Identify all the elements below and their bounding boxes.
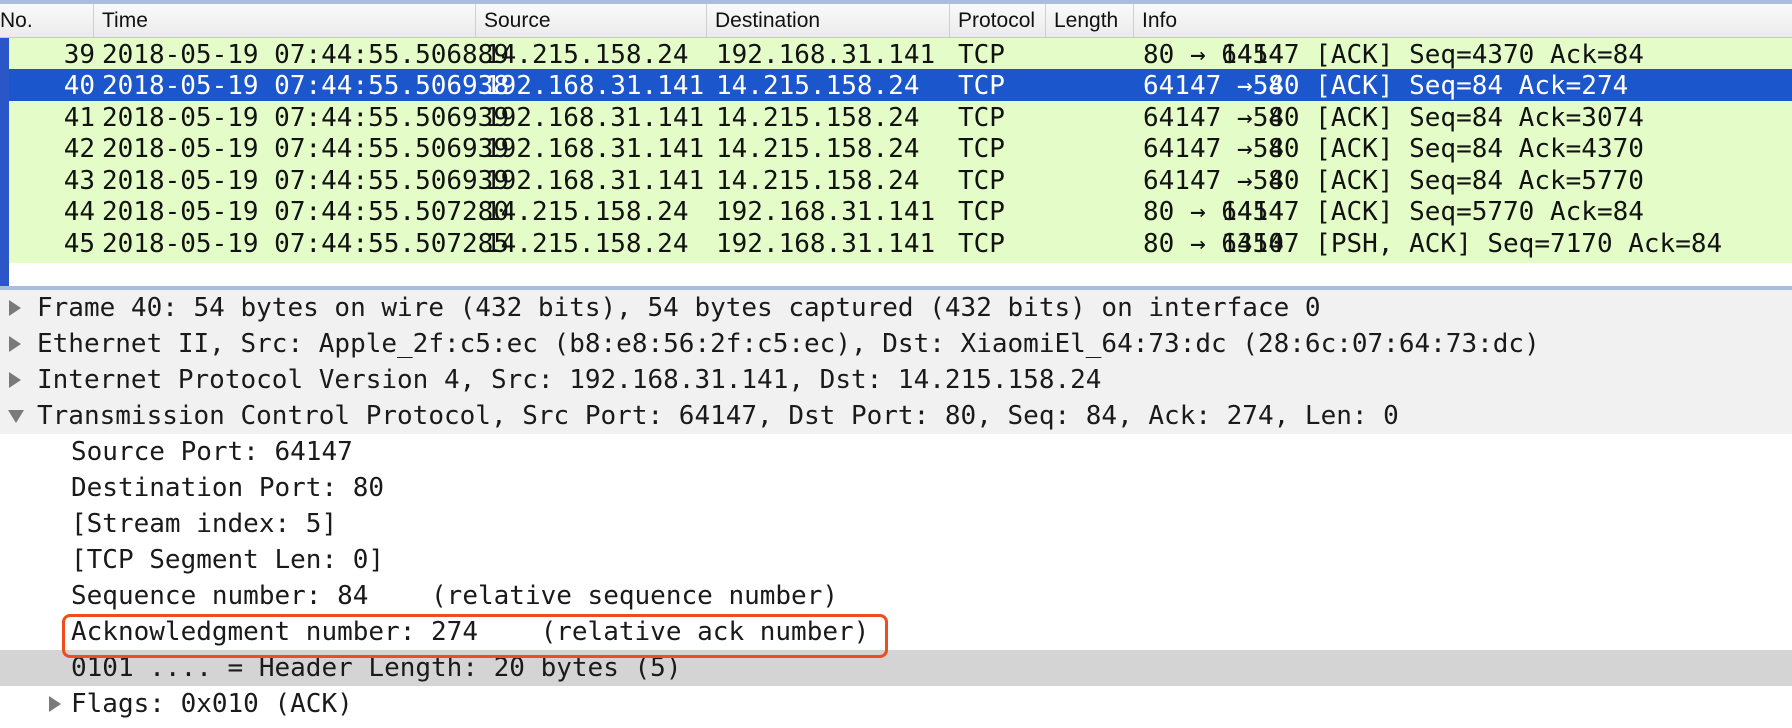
packet-protocol: TCP: [958, 197, 1005, 227]
packet-no: 45: [63, 229, 95, 259]
packet-destination: 192.168.31.141: [716, 229, 936, 259]
packet-list-header: No. Time Source Destination Protocol Len…: [0, 4, 1792, 38]
packet-info: 80 → 64147 [PSH, ACK] Seq=7170 Ack=84: [1143, 229, 1723, 259]
packet-source: 192.168.31.141: [485, 166, 705, 196]
field-label: Sequence number: 84 (relative sequence n…: [71, 581, 839, 611]
packet-destination: 192.168.31.141: [716, 197, 936, 227]
packet-destination: 14.215.158.24: [716, 103, 920, 133]
column-header-protocol[interactable]: Protocol: [949, 4, 1045, 37]
packet-row[interactable]: 44 2018-05-19 07:44:55.507280 14.215.158…: [9, 195, 1792, 231]
tree-item-ip[interactable]: Internet Protocol Version 4, Src: 192.16…: [0, 362, 1792, 398]
packet-time: 2018-05-19 07:44:55.507285: [102, 229, 509, 259]
packet-no: 44: [63, 197, 95, 227]
packet-info: 64147 → 80 [ACK] Seq=84 Ack=3074: [1143, 103, 1644, 133]
tree-item-label: Ethernet II, Src: Apple_2f:c5:ec (b8:e8:…: [37, 329, 1540, 359]
tcp-field-flags[interactable]: Flags: 0x010 (ACK): [0, 686, 1792, 722]
packet-list: 39 2018-05-19 07:44:55.506889 14.215.158…: [0, 38, 1792, 286]
packet-no: 42: [63, 134, 95, 164]
triangle-right-icon[interactable]: [4, 326, 26, 362]
packet-time: 2018-05-19 07:44:55.506939: [102, 103, 509, 133]
packet-info: 64147 → 80 [ACK] Seq=84 Ack=274: [1143, 71, 1629, 101]
tcp-field-stream-index[interactable]: [Stream index: 5]: [0, 506, 1792, 542]
triangle-right-icon[interactable]: [4, 362, 26, 398]
packet-source: 14.215.158.24: [485, 229, 689, 259]
packet-source: 192.168.31.141: [485, 71, 705, 101]
packet-no: 43: [63, 166, 95, 196]
packet-row[interactable]: 45 2018-05-19 07:44:55.507285 14.215.158…: [9, 227, 1792, 263]
column-header-length[interactable]: Length: [1045, 4, 1133, 37]
triangle-right-icon[interactable]: [4, 290, 26, 326]
packet-protocol: TCP: [958, 134, 1005, 164]
packet-protocol: TCP: [958, 71, 1005, 101]
tree-item-frame[interactable]: Frame 40: 54 bytes on wire (432 bits), 5…: [0, 290, 1792, 326]
packet-info: 64147 → 80 [ACK] Seq=84 Ack=5770: [1143, 166, 1644, 196]
column-header-no[interactable]: No.: [0, 4, 93, 37]
packet-time: 2018-05-19 07:44:55.506938: [102, 71, 509, 101]
packet-source: 192.168.31.141: [485, 103, 705, 133]
tree-item-tcp[interactable]: Transmission Control Protocol, Src Port:…: [0, 398, 1792, 434]
tcp-field-sequence[interactable]: Sequence number: 84 (relative sequence n…: [0, 578, 1792, 614]
triangle-right-icon[interactable]: [44, 686, 66, 722]
packet-time: 2018-05-19 07:44:55.506939: [102, 166, 509, 196]
packet-source: 14.215.158.24: [485, 197, 689, 227]
packet-row-selected[interactable]: 40 2018-05-19 07:44:55.506938 192.168.31…: [9, 69, 1792, 105]
packet-time: 2018-05-19 07:44:55.507280: [102, 197, 509, 227]
tree-item-label: Internet Protocol Version 4, Src: 192.16…: [37, 365, 1102, 395]
packet-protocol: TCP: [958, 229, 1005, 259]
field-label: [TCP Segment Len: 0]: [71, 545, 385, 575]
packet-protocol: TCP: [958, 103, 1005, 133]
packet-info: 80 → 64147 [ACK] Seq=4370 Ack=84: [1143, 40, 1644, 70]
packet-protocol: TCP: [958, 166, 1005, 196]
annotation-highlight-box: [62, 614, 888, 658]
field-label: [Stream index: 5]: [71, 509, 338, 539]
packet-destination: 192.168.31.141: [716, 40, 936, 70]
field-label: Source Port: 64147: [71, 437, 353, 467]
field-label: Destination Port: 80: [71, 473, 385, 503]
column-header-time[interactable]: Time: [93, 4, 475, 37]
tree-item-ethernet[interactable]: Ethernet II, Src: Apple_2f:c5:ec (b8:e8:…: [0, 326, 1792, 362]
tree-item-label: Transmission Control Protocol, Src Port:…: [37, 401, 1399, 431]
packet-details-pane: Frame 40: 54 bytes on wire (432 bits), 5…: [0, 290, 1792, 728]
tcp-field-destination-port[interactable]: Destination Port: 80: [0, 470, 1792, 506]
packet-row[interactable]: 42 2018-05-19 07:44:55.506939 192.168.31…: [9, 132, 1792, 168]
packet-protocol: TCP: [958, 40, 1005, 70]
packet-source: 14.215.158.24: [485, 40, 689, 70]
column-header-destination[interactable]: Destination: [706, 4, 949, 37]
packet-destination: 14.215.158.24: [716, 71, 920, 101]
packet-info: 64147 → 80 [ACK] Seq=84 Ack=4370: [1143, 134, 1644, 164]
packet-no: 41: [63, 103, 95, 133]
packet-destination: 14.215.158.24: [716, 166, 920, 196]
column-header-source[interactable]: Source: [475, 4, 706, 37]
triangle-down-icon[interactable]: [4, 398, 26, 434]
packet-info: 80 → 64147 [ACK] Seq=5770 Ack=84: [1143, 197, 1644, 227]
tree-item-label: Frame 40: 54 bytes on wire (432 bits), 5…: [37, 293, 1321, 323]
tcp-field-source-port[interactable]: Source Port: 64147: [0, 434, 1792, 470]
wireshark-window: No. Time Source Destination Protocol Len…: [0, 0, 1792, 728]
packet-destination: 14.215.158.24: [716, 134, 920, 164]
packet-no: 39: [63, 40, 95, 70]
packet-time: 2018-05-19 07:44:55.506889: [102, 40, 509, 70]
field-label: Flags: 0x010 (ACK): [71, 689, 353, 719]
packet-source: 192.168.31.141: [485, 134, 705, 164]
column-header-info[interactable]: Info: [1133, 4, 1792, 37]
tcp-field-segment-len[interactable]: [TCP Segment Len: 0]: [0, 542, 1792, 578]
packet-no: 40: [63, 71, 95, 101]
packet-time: 2018-05-19 07:44:55.506939: [102, 134, 509, 164]
